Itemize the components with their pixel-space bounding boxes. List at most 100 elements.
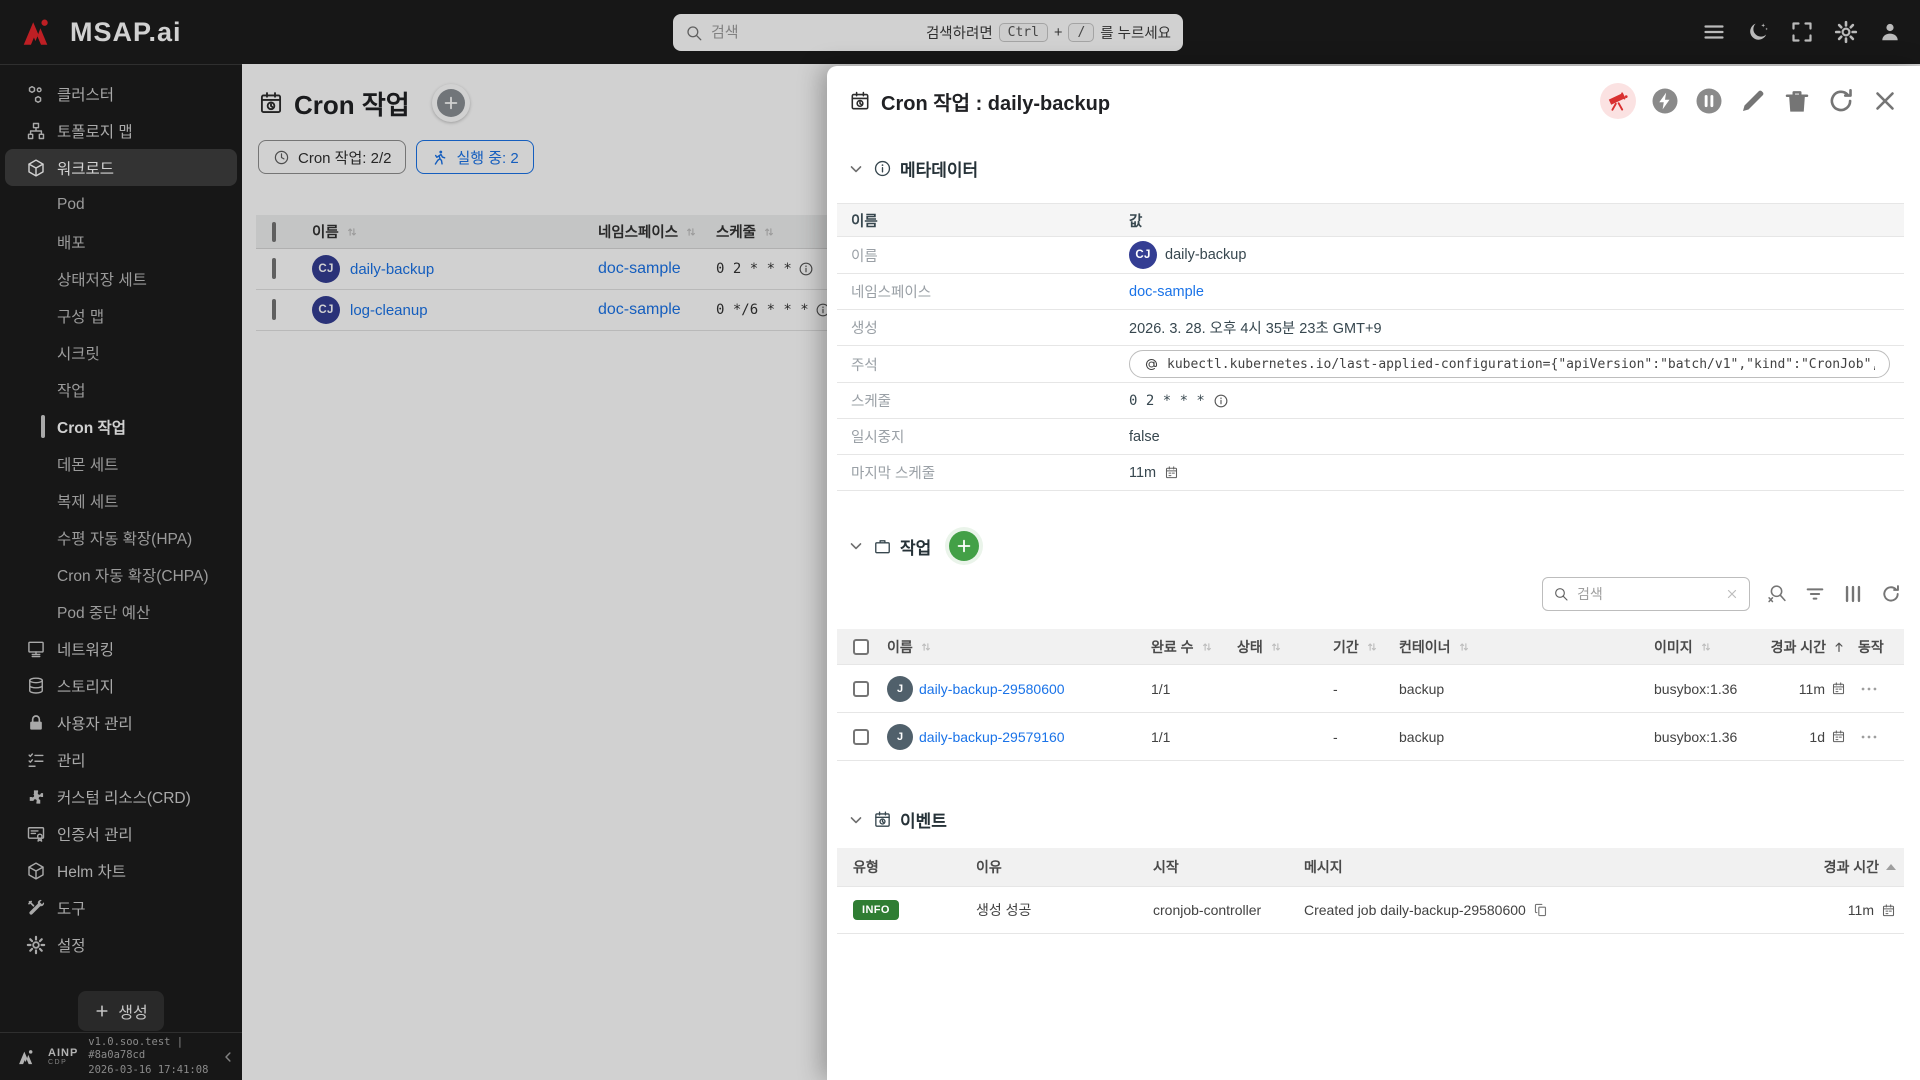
metadata-title: 메타데이터 (900, 156, 978, 181)
col-type[interactable]: 유형 (853, 857, 879, 877)
sort-icon[interactable] (1200, 640, 1214, 654)
col-value: 값 (1115, 206, 1904, 235)
jobs-section-header: 작업 (827, 531, 1920, 561)
event-age: 11m (1848, 902, 1874, 918)
jobs-toolbar (827, 577, 1902, 611)
suspend-value: false (1129, 429, 1160, 445)
refresh-button[interactable] (1826, 86, 1856, 116)
event-message: Created job daily-backup-29580600 (1304, 902, 1526, 918)
col-source[interactable]: 시작 (1153, 857, 1179, 877)
edit-button[interactable] (1738, 86, 1768, 116)
schedule-value: 0 2 * * * (1129, 393, 1205, 409)
drawer-header: Cron 작업 : daily-backup (827, 66, 1920, 128)
job-avatar: J (887, 724, 913, 750)
col-duration[interactable]: 기간 (1333, 637, 1359, 657)
chevron-down-icon[interactable] (847, 160, 865, 178)
jobs-table: 이름 완료 수 상태 기간 컨테이너 이미지 경과 시간 동작 J daily-… (837, 629, 1904, 761)
events-section: 이벤트 유형 이유 시작 메시지 경과 시간 INFO 생성 성공 cronjo… (827, 807, 1920, 934)
col-age[interactable]: 경과 시간 (1824, 857, 1879, 877)
age-value: 1d (1809, 729, 1825, 745)
metadata-row-created: 생성 2026. 3. 28. 오후 4시 35분 23초 GMT+9 (837, 310, 1904, 346)
image-value: busybox:1.36 (1654, 729, 1737, 745)
annotation-chip[interactable]: kubectl.kubernetes.io/last-applied-confi… (1129, 350, 1890, 378)
events-table-header: 유형 이유 시작 메시지 경과 시간 (837, 848, 1904, 887)
job-link[interactable]: daily-backup-29580600 (919, 681, 1065, 697)
sort-asc-icon[interactable] (1832, 640, 1846, 654)
delete-button[interactable] (1782, 86, 1812, 116)
events-table: 유형 이유 시작 메시지 경과 시간 INFO 생성 성공 cronjob-co… (837, 848, 1904, 934)
search-icon (1553, 586, 1569, 602)
row-checkbox[interactable] (853, 729, 869, 745)
sort-icon[interactable] (1699, 640, 1713, 654)
col-status[interactable]: 상태 (1237, 637, 1263, 657)
row-checkbox[interactable] (853, 681, 869, 697)
at-icon (1144, 357, 1159, 372)
col-name: 이름 (837, 206, 1115, 235)
name-value: daily-backup (1165, 247, 1246, 263)
namespace-link[interactable]: doc-sample (1129, 284, 1204, 300)
container-value: backup (1399, 681, 1444, 697)
col-completions[interactable]: 완료 수 (1151, 637, 1194, 657)
row-actions-menu-icon[interactable] (1858, 678, 1880, 700)
filter-icon[interactable] (1804, 583, 1826, 605)
chevron-down-icon[interactable] (847, 811, 865, 829)
event-source: cronjob-controller (1153, 902, 1261, 918)
events-title: 이벤트 (900, 807, 947, 832)
trigger-button[interactable] (1650, 86, 1680, 116)
close-drawer-button[interactable] (1870, 86, 1900, 116)
advanced-search-icon[interactable] (1766, 583, 1788, 605)
clear-search-icon[interactable] (1725, 587, 1739, 601)
refresh-icon[interactable] (1880, 583, 1902, 605)
sort-icon[interactable] (1269, 640, 1283, 654)
col-container[interactable]: 컨테이너 (1399, 637, 1451, 657)
duration-value: - (1333, 681, 1338, 697)
suspend-button[interactable] (1694, 86, 1724, 116)
jobs-section: 작업 이름 완료 수 상태 기간 (827, 531, 1920, 761)
sort-icon[interactable] (1457, 640, 1471, 654)
monitoring-telescope-button[interactable] (1600, 83, 1636, 119)
chevron-down-icon[interactable] (847, 537, 865, 555)
container-value: backup (1399, 729, 1444, 745)
job-link[interactable]: daily-backup-29579160 (919, 729, 1065, 745)
metadata-row-name: 이름 CJ daily-backup (837, 237, 1904, 274)
info-icon[interactable] (1213, 393, 1229, 409)
annotation-value: kubectl.kubernetes.io/last-applied-confi… (1167, 357, 1875, 372)
jobs-search-input[interactable] (1577, 586, 1717, 602)
col-image[interactable]: 이미지 (1654, 637, 1693, 657)
copy-icon[interactable] (1533, 902, 1549, 918)
drawer-actions (1600, 83, 1900, 119)
select-all-checkbox[interactable] (853, 639, 869, 655)
job-avatar: J (887, 676, 913, 702)
col-age[interactable]: 경과 시간 (1771, 637, 1826, 657)
col-name[interactable]: 이름 (887, 637, 913, 657)
col-actions: 동작 (1858, 637, 1884, 657)
cronjob-calendar-icon (849, 90, 871, 112)
event-reason: 생성 성공 (976, 900, 1031, 920)
sort-asc-icon[interactable] (1886, 864, 1896, 870)
jobs-search[interactable] (1542, 577, 1750, 611)
col-message[interactable]: 메시지 (1304, 857, 1343, 877)
plus-icon (955, 537, 973, 555)
calendar-icon (1831, 729, 1846, 744)
events-section-header: 이벤트 (827, 807, 1920, 832)
row-actions-menu-icon[interactable] (1858, 726, 1880, 748)
calendar-icon (1164, 465, 1179, 480)
jobs-title: 작업 (900, 534, 931, 559)
event-row: INFO 생성 성공 cronjob-controller Created jo… (837, 887, 1904, 934)
completions-value: 1/1 (1151, 729, 1170, 745)
metadata-table-header: 이름 값 (837, 203, 1904, 237)
columns-icon[interactable] (1842, 583, 1864, 605)
col-reason[interactable]: 이유 (976, 857, 1002, 877)
app-root: MSAP.ai 검색하려면 Ctrl + / 를 누르세요 클러스 (0, 0, 1920, 1080)
sort-icon[interactable] (919, 640, 933, 654)
calendar-icon (1831, 681, 1846, 696)
briefcase-icon (873, 537, 892, 556)
sort-icon[interactable] (1365, 640, 1379, 654)
last-schedule-value: 11m (1129, 465, 1156, 481)
metadata-row-schedule: 스케줄 0 2 * * * (837, 383, 1904, 419)
metadata-row-suspend: 일시중지 false (837, 419, 1904, 455)
metadata-row-annotations: 주석 kubectl.kubernetes.io/last-applied-co… (837, 346, 1904, 383)
add-job-button[interactable] (949, 531, 979, 561)
created-value: 2026. 3. 28. 오후 4시 35분 23초 GMT+9 (1129, 317, 1382, 338)
info-icon (873, 159, 892, 178)
